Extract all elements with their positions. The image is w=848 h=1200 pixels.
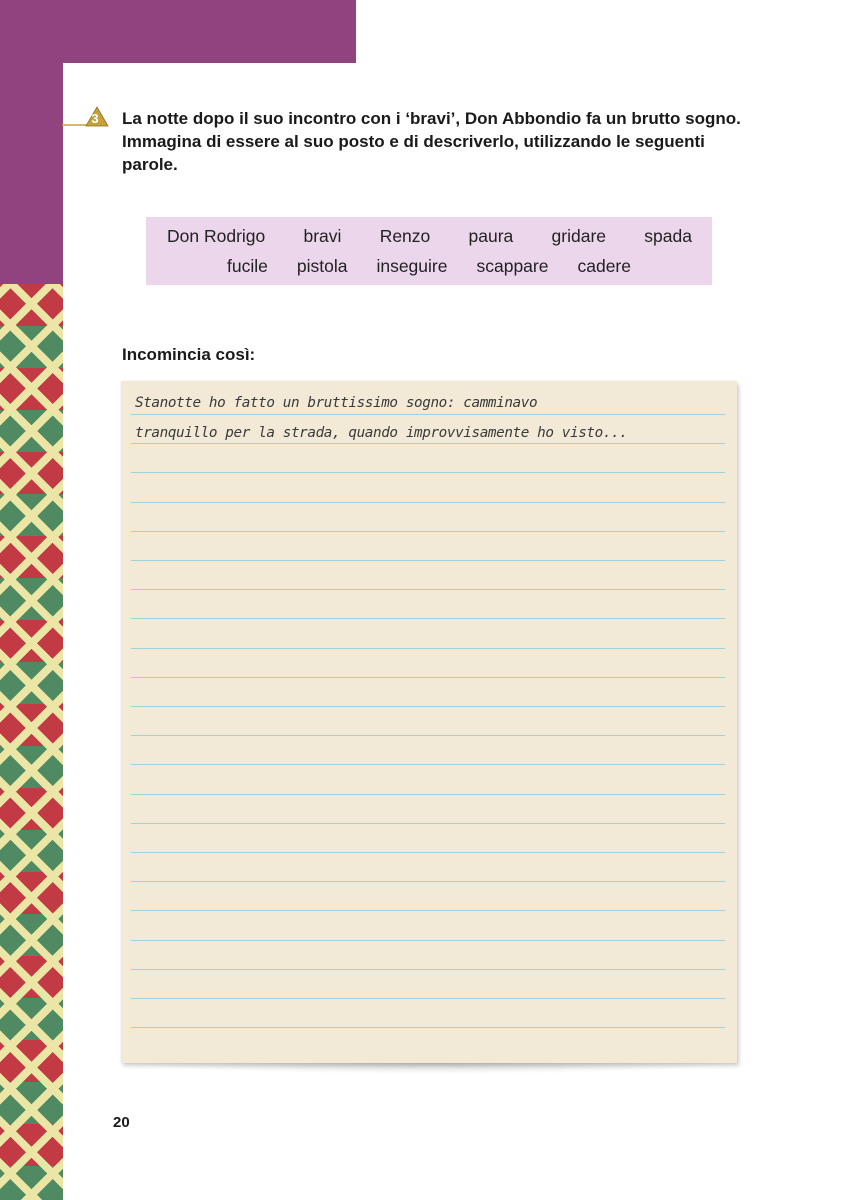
- ruled-line: [131, 677, 725, 678]
- ruled-line: [131, 852, 725, 853]
- exercise-triangle-icon: [62, 104, 110, 128]
- ruled-line: [131, 764, 725, 765]
- ruled-line: [131, 560, 725, 561]
- word-item: bravi: [303, 226, 342, 246]
- ruled-line: [131, 443, 725, 444]
- word-box: Don Rodrigo bravi Renzo paura gridare sp…: [146, 217, 712, 285]
- ruled-line: [131, 502, 725, 503]
- ruled-line: [131, 969, 725, 970]
- ruled-line: [131, 472, 725, 473]
- ruled-line: [131, 706, 725, 707]
- ruled-line: [131, 618, 725, 619]
- word-item: spada: [644, 226, 692, 246]
- ruled-line: [131, 414, 725, 415]
- word-item: Renzo: [379, 226, 431, 246]
- ruled-line: [131, 794, 725, 795]
- ruled-line: [131, 940, 725, 941]
- word-item: paura: [468, 226, 514, 246]
- ruled-line: [131, 735, 725, 736]
- header-color-block: [0, 0, 356, 63]
- side-color-strip: [0, 63, 63, 284]
- word-item: scappare: [476, 256, 549, 276]
- word-item: gridare: [551, 226, 607, 246]
- word-item: pistola: [296, 256, 348, 276]
- page-number: 20: [113, 1114, 130, 1131]
- word-item: Don Rodrigo: [167, 226, 266, 246]
- word-row: Don Rodrigo bravi Renzo paura gridare sp…: [146, 226, 712, 247]
- handwritten-line: tranquillo per la strada, quando improvv…: [135, 425, 628, 441]
- ruled-line: [131, 589, 725, 590]
- exercise-number: 3: [91, 111, 99, 126]
- ruled-line: [131, 881, 725, 882]
- word-item: inseguire: [376, 256, 448, 276]
- ruled-line: [131, 648, 725, 649]
- handwritten-line: Stanotte ho fatto un bruttissimo sogno: …: [135, 395, 538, 411]
- ruled-line: [131, 998, 725, 999]
- word-item: fucile: [227, 256, 268, 276]
- writing-notepad[interactable]: Stanotte ho fatto un bruttissimo sogno: …: [121, 381, 737, 1063]
- word-item: cadere: [577, 256, 631, 276]
- ruled-line: [131, 823, 725, 824]
- decorative-pattern-strip: [0, 284, 63, 1200]
- ruled-line: [131, 1027, 725, 1028]
- exercise-instruction: La notte dopo il suo incontro con i ‘bra…: [122, 109, 741, 174]
- ruled-line: [131, 910, 725, 911]
- word-row: fucile pistola inseguire scappare cadere: [146, 256, 712, 277]
- start-prompt-label: Incomincia così:: [122, 345, 256, 364]
- ruled-line: [131, 531, 725, 532]
